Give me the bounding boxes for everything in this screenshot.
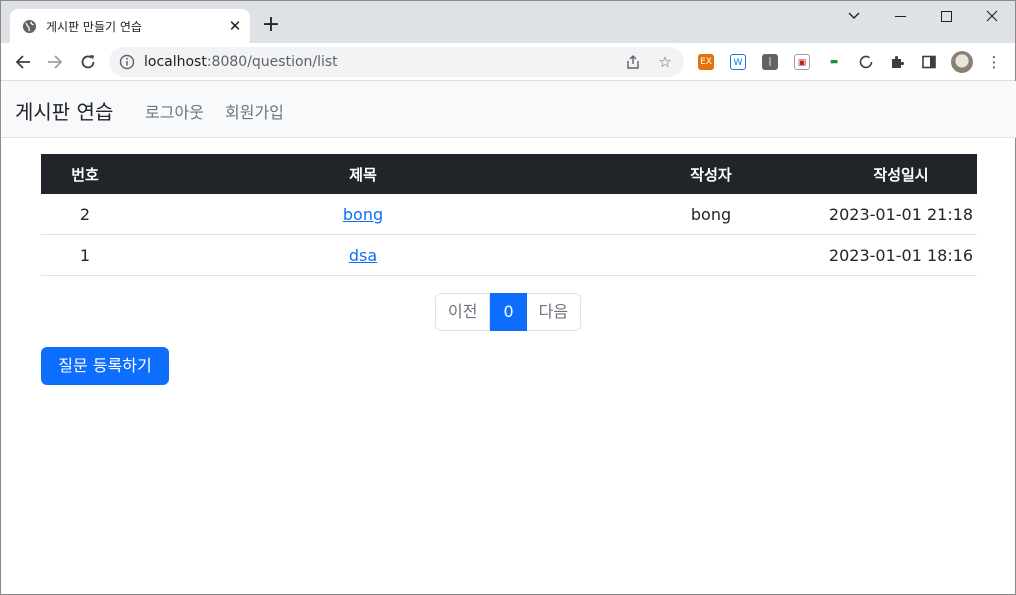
browser-toolbar: localhost:8080/question/list ☆ EX W | ▣ … (1, 43, 1015, 81)
bookmark-star-icon[interactable]: ☆ (655, 52, 675, 72)
pipe-extension-icon[interactable]: | (762, 54, 778, 70)
sync-icon[interactable] (856, 52, 876, 72)
tab-strip: 게시판 만들기 연습 ✕ + (1, 1, 1015, 43)
maximize-icon[interactable] (923, 5, 969, 27)
cell-date: 2023-01-01 18:16 (828, 245, 974, 265)
menu-kebab-icon[interactable]: ⋮ (984, 52, 1004, 72)
globe-icon (22, 19, 37, 34)
question-table: 번호 제목 작성자 작성일시 2 bong bong 2023-01-01 21… (41, 154, 977, 276)
share-icon[interactable] (623, 52, 643, 72)
profile-avatar[interactable] (951, 51, 973, 73)
reload-icon[interactable] (75, 49, 101, 75)
picture-extension-icon[interactable]: ▣ (794, 54, 810, 70)
current-page-button[interactable]: 0 (490, 293, 527, 331)
shield-extension-icon[interactable]: W (730, 54, 746, 70)
create-question-button[interactable]: 질문 등록하기 (41, 347, 169, 385)
back-icon[interactable] (10, 49, 36, 75)
ex-extension-icon[interactable]: EX (698, 54, 714, 70)
close-window-icon[interactable] (969, 5, 1015, 27)
puzzle-extensions-icon[interactable] (887, 52, 907, 72)
question-link[interactable]: dsa (349, 246, 377, 265)
header-author: 작성자 (690, 165, 732, 184)
tab-title: 게시판 만들기 연습 (46, 20, 142, 34)
tab-close-icon[interactable]: ✕ (226, 17, 244, 35)
green-extension-icon[interactable]: ▬ (826, 54, 842, 70)
header-subject: 제목 (349, 165, 377, 184)
site-navbar: 게시판 연습 로그아웃 회원가입 (2, 81, 1016, 138)
site-info-icon[interactable] (119, 54, 135, 70)
tab-search-icon[interactable] (831, 5, 877, 27)
pagination: 이전 0 다음 (435, 293, 582, 331)
minimize-icon[interactable] (877, 5, 923, 27)
new-tab-icon[interactable]: + (260, 14, 282, 36)
table-row: 2 bong bong 2023-01-01 21:18 (41, 194, 977, 235)
url-host: localhost (144, 54, 207, 70)
browser-window: 게시판 만들기 연습 ✕ + localhost:8080/question/l… (0, 0, 1016, 595)
question-link[interactable]: bong (343, 205, 383, 224)
nav-link-logout[interactable]: 로그아웃 (145, 99, 204, 123)
address-bar[interactable]: localhost:8080/question/list ☆ (109, 47, 684, 77)
cell-number: 1 (79, 245, 91, 265)
header-date: 작성일시 (873, 165, 929, 184)
browser-tab[interactable]: 게시판 만들기 연습 ✕ (10, 9, 250, 43)
prev-page-button[interactable]: 이전 (435, 293, 491, 331)
side-panel-icon[interactable] (919, 52, 939, 72)
cell-author: bong (690, 204, 732, 224)
url-path: :8080/question/list (206, 54, 338, 70)
table-row: 1 dsa 2023-01-01 18:16 (41, 235, 977, 276)
table-header-row: 번호 제목 작성자 작성일시 (41, 154, 977, 194)
cell-number: 2 (79, 204, 91, 224)
cell-date: 2023-01-01 21:18 (828, 204, 974, 224)
forward-icon[interactable] (42, 49, 68, 75)
header-number: 번호 (71, 165, 99, 184)
next-page-button[interactable]: 다음 (526, 293, 582, 331)
url-text: localhost:8080/question/list (144, 54, 338, 70)
nav-link-signup[interactable]: 회원가입 (225, 99, 284, 123)
site-brand[interactable]: 게시판 연습 (15, 96, 113, 125)
